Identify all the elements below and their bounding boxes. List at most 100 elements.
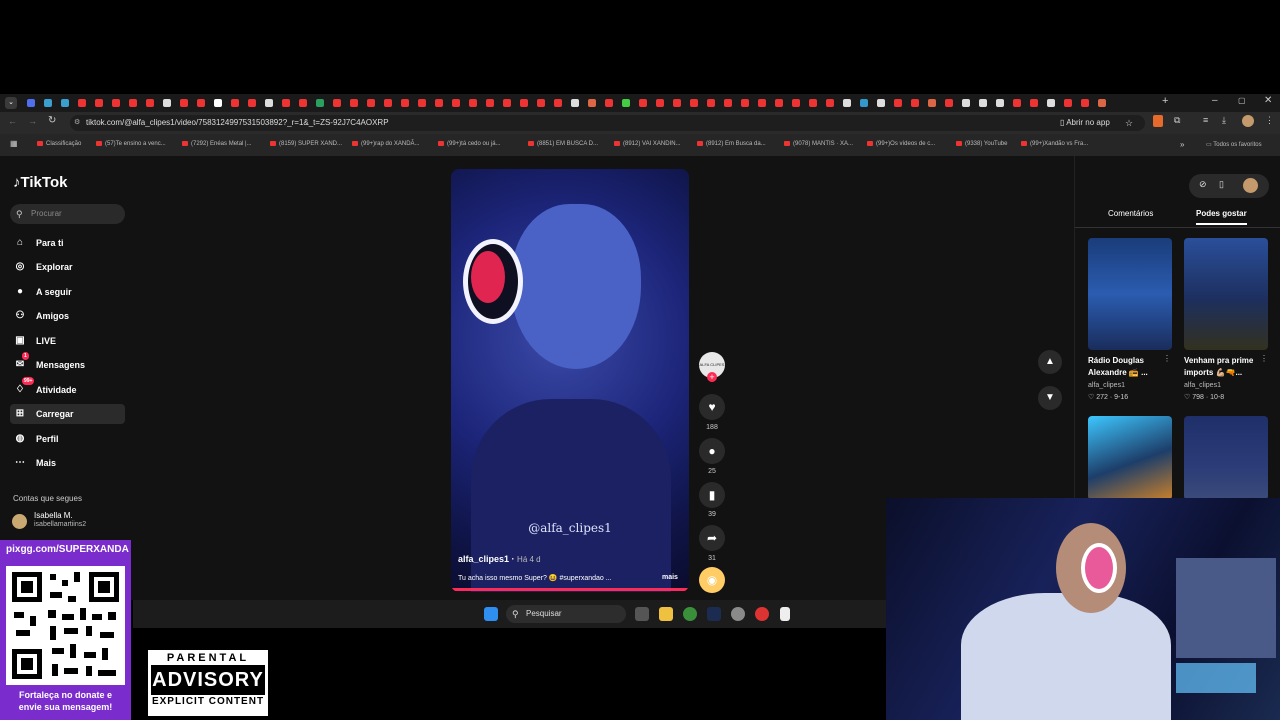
- bookmark-item[interactable]: (8912) Em Busca da...: [697, 141, 766, 147]
- following-avatar[interactable]: [12, 514, 27, 529]
- bookmark-item[interactable]: (9078) MANTIS · XA...: [784, 141, 853, 147]
- settings-gear-icon[interactable]: [731, 607, 745, 621]
- tab-favicon-icon[interactable]: [129, 99, 137, 107]
- caption-more-button[interactable]: mais: [662, 574, 678, 581]
- tab-favicon-icon[interactable]: [265, 99, 273, 107]
- tab-favicon-icon[interactable]: [911, 99, 919, 107]
- tab-favicon-icon[interactable]: [1013, 99, 1021, 107]
- tab-favicon-icon[interactable]: [877, 99, 885, 107]
- tab-you-may-like[interactable]: Podes gostar: [1196, 209, 1247, 225]
- tab-favicon-icon[interactable]: [894, 99, 902, 107]
- tab-favicon-icon[interactable]: [180, 99, 188, 107]
- tab-favicon-icon[interactable]: [826, 99, 834, 107]
- tab-favicon-icon[interactable]: [452, 99, 460, 107]
- sidebar-item-amigos[interactable]: ⚇ Amigos: [10, 306, 125, 326]
- sidebar-item-live[interactable]: ▣ LIVE: [10, 331, 125, 351]
- tab-favicon-icon[interactable]: [707, 99, 715, 107]
- comment-button[interactable]: ●: [699, 438, 725, 464]
- profile-avatar[interactable]: [1242, 115, 1254, 127]
- forward-icon[interactable]: →: [28, 116, 37, 126]
- bookmark-item[interactable]: (99+)Os vídeos de c...: [867, 141, 935, 147]
- tab-favicon-icon[interactable]: [27, 99, 35, 107]
- tab-favicon-icon[interactable]: [843, 99, 851, 107]
- compass-icon[interactable]: ⊘: [1199, 179, 1207, 190]
- tab-favicon-icon[interactable]: [979, 99, 987, 107]
- tab-favicon-icon[interactable]: [1030, 99, 1038, 107]
- bookmark-item[interactable]: (8159) SUPER XAND...: [270, 141, 342, 147]
- follow-plus-button[interactable]: +: [707, 372, 717, 382]
- next-video-button[interactable]: ▼: [1038, 386, 1062, 410]
- previous-video-button[interactable]: ▲: [1038, 350, 1062, 374]
- tab-favicon-icon[interactable]: [639, 99, 647, 107]
- sidebar-item-a-seguir[interactable]: ● A seguir: [10, 282, 125, 302]
- tab-favicon-icon[interactable]: [214, 99, 222, 107]
- tab-favicon-icon[interactable]: [792, 99, 800, 107]
- tab-list-chevron-icon[interactable]: ⌄: [5, 97, 17, 109]
- new-tab-button[interactable]: +: [1162, 95, 1168, 107]
- tab-favicon-icon[interactable]: [333, 99, 341, 107]
- media-icon[interactable]: ≡: [1203, 115, 1208, 125]
- sidebar-item-mais[interactable]: ⋯ Mais: [10, 453, 125, 473]
- all-bookmarks-folder[interactable]: ▭ Todos os favoritos: [1206, 141, 1262, 148]
- like-button[interactable]: ♥: [699, 394, 725, 420]
- video-username[interactable]: alfa_clipes1: [458, 554, 509, 564]
- bookmark-item[interactable]: (8851) EM BUSCA D...: [528, 141, 598, 147]
- tab-favicon-icon[interactable]: [1081, 99, 1089, 107]
- video-progress-bar[interactable]: [451, 588, 689, 591]
- bookmark-star-icon[interactable]: ☆: [1125, 115, 1133, 131]
- tab-strip[interactable]: ⌄ + – ▢ ✕: [0, 94, 1280, 112]
- close-window-button[interactable]: ✕: [1264, 95, 1272, 106]
- tab-favicon-icon[interactable]: [503, 99, 511, 107]
- suggested-title-2[interactable]: Venham pra prime imports 💪🏼🔫...: [1184, 355, 1264, 379]
- bookmark-item[interactable]: (7292) Enéas Metal |...: [182, 141, 252, 147]
- sidebar-item-explorar[interactable]: ◎ Explorar: [10, 257, 125, 277]
- app-icon[interactable]: [755, 607, 769, 621]
- maximize-button[interactable]: ▢: [1238, 96, 1246, 105]
- browser-menu-icon[interactable]: ⋮: [1265, 115, 1274, 126]
- tab-favicon-icon[interactable]: [146, 99, 154, 107]
- tab-favicon-icon[interactable]: [44, 99, 52, 107]
- suggested-title-1[interactable]: Rádio Douglas Alexandre 📻 ...: [1088, 355, 1168, 379]
- music-disc[interactable]: ◉: [699, 567, 725, 593]
- tab-favicon-icon[interactable]: [1064, 99, 1072, 107]
- tab-favicon-icon[interactable]: [690, 99, 698, 107]
- sidebar-item-para-ti[interactable]: ⌂ Para ti: [10, 233, 125, 253]
- tab-favicon-icon[interactable]: [775, 99, 783, 107]
- open-in-app-button[interactable]: ▯ Abrir no app: [1060, 115, 1110, 131]
- tab-favicon-icon[interactable]: [945, 99, 953, 107]
- tab-favicon-icon[interactable]: [605, 99, 613, 107]
- tab-favicon-icon[interactable]: [571, 99, 579, 107]
- file-explorer-icon[interactable]: [659, 607, 673, 621]
- tab-favicon-icon[interactable]: [61, 99, 69, 107]
- tab-favicon-icon[interactable]: [656, 99, 664, 107]
- sidebar-item-carregar[interactable]: ⊞ Carregar: [10, 404, 125, 424]
- following-username[interactable]: isabellamartiins2: [34, 521, 86, 528]
- back-icon[interactable]: ←: [8, 116, 17, 126]
- suggested-thumb-3[interactable]: [1088, 416, 1172, 500]
- tab-favicon-icon[interactable]: [758, 99, 766, 107]
- bookmark-item[interactable]: (99+)Xandão vs Fra...: [1021, 141, 1088, 147]
- search-input[interactable]: ⚲ Procurar: [10, 204, 125, 224]
- minimize-button[interactable]: –: [1212, 95, 1218, 106]
- tab-favicon-icon[interactable]: [95, 99, 103, 107]
- bookmark-item[interactable]: (57)Te ensino a venc...: [96, 141, 166, 147]
- tab-favicon-icon[interactable]: [163, 99, 171, 107]
- download-icon[interactable]: ⤓: [1222, 115, 1226, 126]
- start-icon[interactable]: [484, 607, 498, 621]
- tab-favicon-icon[interactable]: [928, 99, 936, 107]
- bookmark-item[interactable]: (9338) YouTube: [956, 141, 1007, 147]
- tab-favicon-icon[interactable]: [299, 99, 307, 107]
- sidebar-item-mensagens[interactable]: ✉ 1 Mensagens: [10, 352, 125, 375]
- tab-favicon-icon[interactable]: [197, 99, 205, 107]
- suggested-thumb-1[interactable]: [1088, 238, 1172, 350]
- tab-favicon-icon[interactable]: [316, 99, 324, 107]
- tab-favicon-icon[interactable]: [673, 99, 681, 107]
- tab-comments[interactable]: Comentários: [1108, 209, 1153, 218]
- tab-favicon-icon[interactable]: [724, 99, 732, 107]
- suggested-user-2[interactable]: alfa_clipes1: [1184, 382, 1221, 389]
- bookmark-item[interactable]: (99+)tá cedo ou já...: [438, 141, 501, 147]
- tab-favicon-icon[interactable]: [350, 99, 358, 107]
- tab-favicon-icon[interactable]: [248, 99, 256, 107]
- tab-favicon-icon[interactable]: [554, 99, 562, 107]
- reload-icon[interactable]: ↻: [48, 115, 56, 126]
